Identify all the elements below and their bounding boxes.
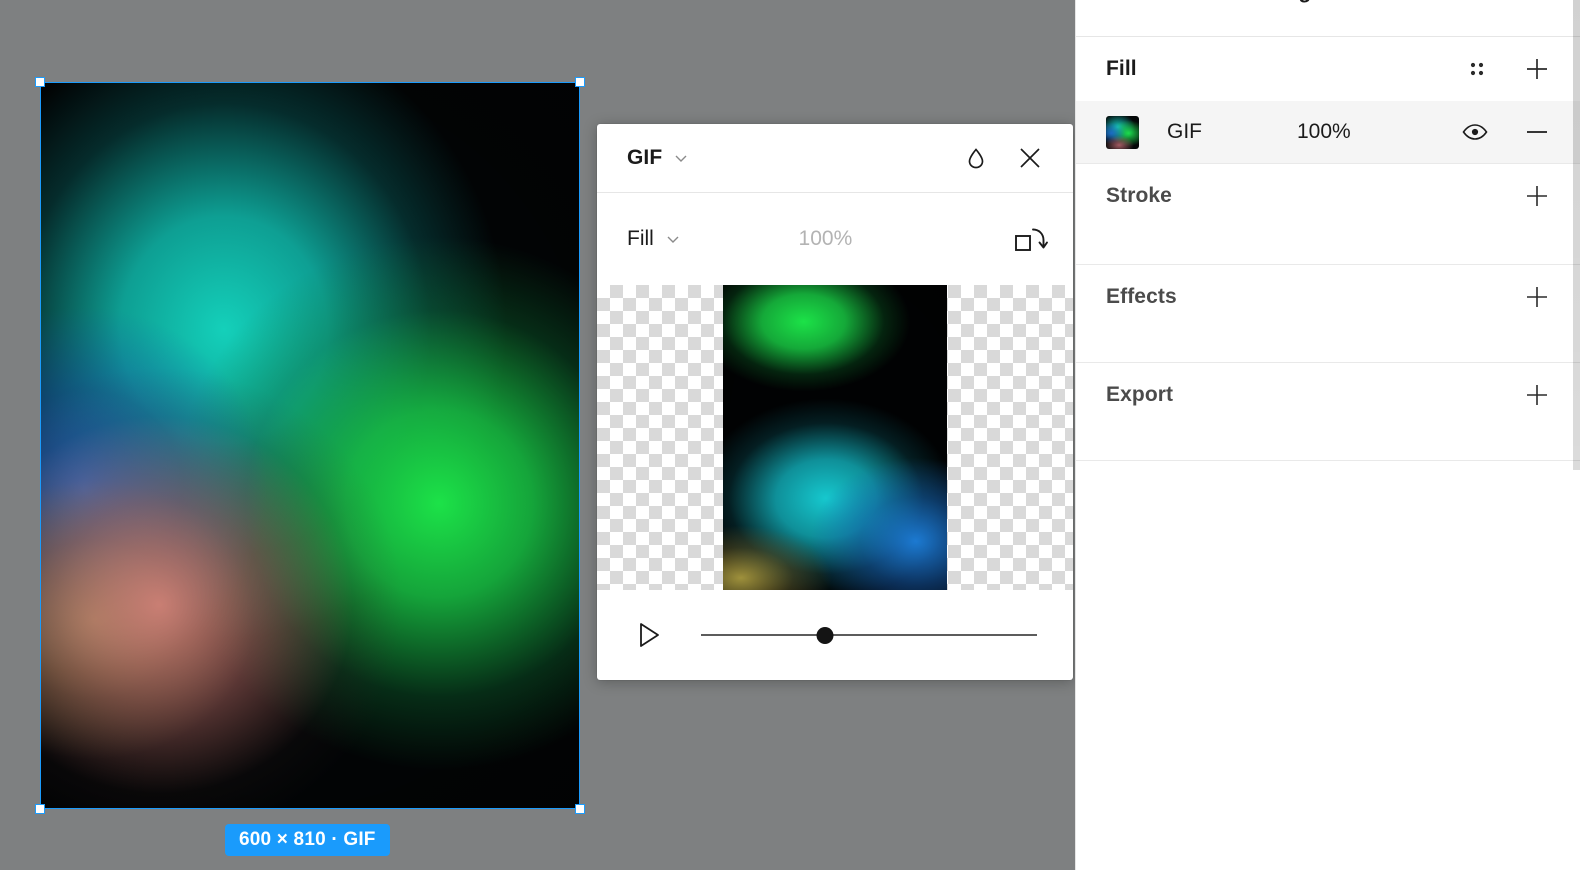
chevron-down-icon[interactable] bbox=[672, 149, 690, 167]
rotate-icon[interactable] bbox=[1009, 219, 1053, 259]
gif-seek-slider[interactable] bbox=[701, 623, 1037, 647]
resize-handle-bottom-right[interactable] bbox=[575, 804, 585, 814]
fill-list-item[interactable]: GIF 100% bbox=[1076, 101, 1580, 163]
resize-handle-top-right[interactable] bbox=[575, 77, 585, 87]
gif-preview-frame bbox=[723, 285, 947, 590]
resize-handle-top-left[interactable] bbox=[35, 77, 45, 87]
section-stroke-title: Stroke bbox=[1106, 184, 1172, 207]
panel-scrollbar[interactable] bbox=[1573, 0, 1580, 470]
gif-fill-popup[interactable]: GIF Fill 100% bbox=[597, 124, 1073, 680]
gif-playback-controls bbox=[597, 590, 1073, 680]
section-fill: Fill GIF 100% bbox=[1076, 37, 1580, 164]
grid-dots-icon[interactable] bbox=[1458, 50, 1496, 88]
selected-image-object[interactable] bbox=[35, 77, 585, 814]
section-stroke-header: Stroke bbox=[1076, 164, 1580, 228]
panel-top-label: Design bbox=[1254, 0, 1324, 4]
section-fill-title: Fill bbox=[1106, 57, 1137, 80]
gif-thumbnail[interactable] bbox=[1106, 115, 1139, 149]
popup-title: GIF bbox=[627, 146, 663, 169]
plus-icon[interactable] bbox=[1518, 177, 1556, 215]
section-export: Export bbox=[1076, 363, 1580, 461]
eye-icon[interactable] bbox=[1456, 113, 1494, 151]
section-export-header: Export bbox=[1076, 363, 1580, 427]
blend-mode-label: Fill bbox=[627, 227, 654, 250]
section-stroke: Stroke bbox=[1076, 164, 1580, 265]
droplet-icon[interactable] bbox=[957, 139, 995, 177]
popup-blend-row: Fill 100% bbox=[597, 193, 1073, 285]
minus-icon[interactable] bbox=[1518, 113, 1556, 151]
properties-panel: Design Fill bbox=[1075, 0, 1580, 870]
section-stroke-body bbox=[1076, 228, 1580, 264]
plus-icon[interactable] bbox=[1518, 376, 1556, 414]
section-effects-title: Effects bbox=[1106, 285, 1177, 308]
close-icon[interactable] bbox=[1011, 139, 1049, 177]
dimension-badge: 600 × 810 · GIF bbox=[225, 824, 390, 856]
section-fill-header: Fill bbox=[1076, 37, 1580, 101]
section-effects-header: Effects bbox=[1076, 265, 1580, 329]
fill-item-opacity[interactable]: 100% bbox=[1297, 120, 1351, 144]
plus-icon[interactable] bbox=[1518, 278, 1556, 316]
plus-icon[interactable] bbox=[1518, 50, 1556, 88]
seek-track bbox=[701, 634, 1037, 636]
section-export-body bbox=[1076, 427, 1580, 460]
section-effects: Effects bbox=[1076, 265, 1580, 363]
chevron-down-icon[interactable] bbox=[664, 230, 682, 248]
section-effects-body bbox=[1076, 329, 1580, 362]
seek-thumb[interactable] bbox=[816, 626, 834, 644]
resize-handle-bottom-left[interactable] bbox=[35, 804, 45, 814]
panel-top-truncated-row: Design bbox=[1076, 0, 1580, 37]
play-icon[interactable] bbox=[629, 615, 669, 655]
popup-opacity-value[interactable]: 100% bbox=[682, 227, 1009, 251]
fill-item-name: GIF bbox=[1167, 120, 1202, 143]
gif-image-preview bbox=[41, 83, 579, 808]
app-root: 600 × 810 · GIF GIF Fill 100% Fill GIF 1… bbox=[0, 0, 1580, 870]
section-export-title: Export bbox=[1106, 383, 1174, 406]
popup-header: GIF bbox=[597, 124, 1073, 193]
gif-preview-area bbox=[597, 285, 1073, 590]
